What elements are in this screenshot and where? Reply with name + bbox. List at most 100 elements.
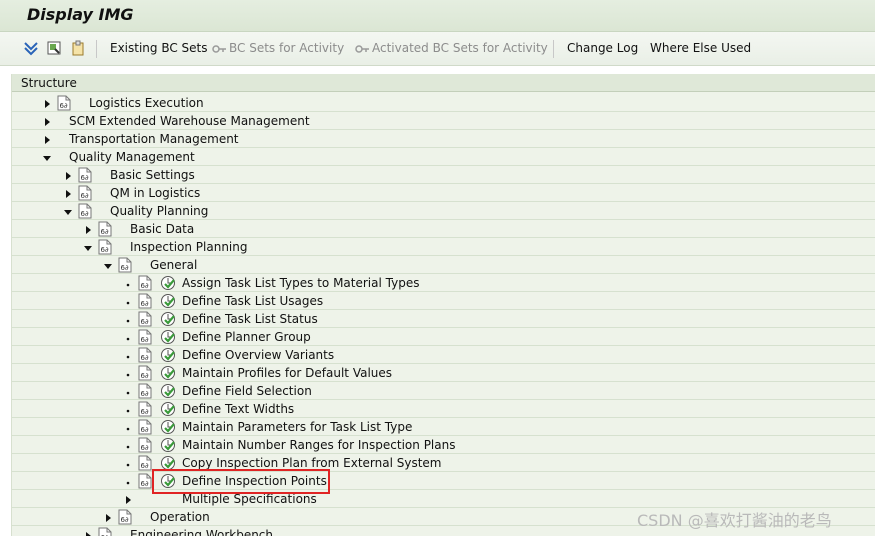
bc-sets-for-activity-button[interactable]: BC Sets for Activity bbox=[229, 41, 344, 55]
caret-down-icon[interactable] bbox=[84, 242, 92, 252]
tree-row[interactable]: 6∂ Define Task List Usages bbox=[12, 292, 875, 310]
tree-node-label[interactable]: Define Task List Usages bbox=[182, 294, 323, 308]
img-document-icon[interactable]: 6∂ bbox=[138, 419, 152, 435]
img-document-icon[interactable]: 6∂ bbox=[138, 437, 152, 453]
caret-right-icon[interactable] bbox=[84, 224, 92, 234]
execute-activity-icon[interactable] bbox=[160, 401, 176, 417]
tree-node-label[interactable]: Define Text Widths bbox=[182, 402, 294, 416]
tree-node-label[interactable]: Basic Settings bbox=[110, 168, 195, 182]
img-document-icon[interactable]: 6∂ bbox=[118, 509, 132, 525]
tree-row[interactable]: 6∂ Define Inspection Points bbox=[12, 472, 875, 490]
tree-node-label[interactable]: Define Overview Variants bbox=[182, 348, 334, 362]
tree-node-label[interactable]: Basic Data bbox=[130, 222, 194, 236]
tree-node-label[interactable]: Engineering Workbench bbox=[130, 528, 273, 536]
execute-activity-icon[interactable] bbox=[160, 329, 176, 345]
caret-down-icon[interactable] bbox=[64, 206, 72, 216]
tree-node-label[interactable]: Maintain Parameters for Task List Type bbox=[182, 420, 412, 434]
tree-node-label[interactable]: Maintain Profiles for Default Values bbox=[182, 366, 392, 380]
caret-right-icon[interactable] bbox=[43, 116, 51, 126]
expand-all-icon[interactable] bbox=[22, 39, 40, 57]
tree-node-label[interactable]: Quality Management bbox=[69, 150, 195, 164]
tree-row[interactable]: 6∂ Logistics Execution bbox=[12, 94, 875, 112]
caret-down-icon[interactable] bbox=[104, 260, 112, 270]
caret-right-icon[interactable] bbox=[84, 530, 92, 536]
tree-row[interactable]: 6∂ Inspection Planning bbox=[12, 238, 875, 256]
tree-row[interactable]: Transportation Management bbox=[12, 130, 875, 148]
img-document-icon[interactable]: 6∂ bbox=[138, 473, 152, 489]
execute-activity-icon[interactable] bbox=[160, 365, 176, 381]
tree-row[interactable]: 6∂ Quality Planning bbox=[12, 202, 875, 220]
tree-row[interactable]: 6∂ Define Text Widths bbox=[12, 400, 875, 418]
execute-activity-icon[interactable] bbox=[160, 347, 176, 363]
tree-node-label[interactable]: Multiple Specifications bbox=[182, 492, 317, 506]
execute-activity-icon[interactable] bbox=[160, 311, 176, 327]
tree-row[interactable]: 6∂ Maintain Profiles for Default Values bbox=[12, 364, 875, 382]
tree-node-label[interactable]: Quality Planning bbox=[110, 204, 208, 218]
img-document-icon[interactable]: 6∂ bbox=[138, 275, 152, 291]
execute-activity-icon[interactable] bbox=[160, 275, 176, 291]
img-document-icon[interactable]: 6∂ bbox=[78, 203, 92, 219]
tree-node-label[interactable]: Maintain Number Ranges for Inspection Pl… bbox=[182, 438, 455, 452]
tree-row[interactable]: Quality Management bbox=[12, 148, 875, 166]
tree-node-label[interactable]: Assign Task List Types to Material Types bbox=[182, 276, 419, 290]
img-document-icon[interactable]: 6∂ bbox=[98, 221, 112, 237]
tree-row[interactable]: 6∂ Define Task List Status bbox=[12, 310, 875, 328]
execute-activity-icon[interactable] bbox=[160, 293, 176, 309]
tree-row[interactable]: 6∂ General bbox=[12, 256, 875, 274]
caret-right-icon[interactable] bbox=[64, 188, 72, 198]
tree-node-label[interactable]: Operation bbox=[150, 510, 210, 524]
img-document-icon[interactable]: 6∂ bbox=[138, 311, 152, 327]
tree-row[interactable]: 6∂ QM in Logistics bbox=[12, 184, 875, 202]
tree-node-label[interactable]: Define Field Selection bbox=[182, 384, 312, 398]
tree-row[interactable]: SCM Extended Warehouse Management bbox=[12, 112, 875, 130]
img-document-icon[interactable]: 6∂ bbox=[98, 239, 112, 255]
caret-right-icon[interactable] bbox=[104, 512, 112, 522]
tree-node-label[interactable]: Transportation Management bbox=[69, 132, 239, 146]
tree-row[interactable]: 6∂ Maintain Parameters for Task List Type bbox=[12, 418, 875, 436]
tree-row[interactable]: Multiple Specifications bbox=[12, 490, 875, 508]
img-document-icon[interactable]: 6∂ bbox=[98, 527, 112, 536]
caret-right-icon[interactable] bbox=[43, 98, 51, 108]
change-log-button[interactable]: Change Log bbox=[567, 41, 638, 55]
tree-row[interactable]: 6∂ Copy Inspection Plan from External Sys… bbox=[12, 454, 875, 472]
img-document-icon[interactable]: 6∂ bbox=[118, 257, 132, 273]
clipboard-icon[interactable] bbox=[69, 39, 87, 57]
execute-activity-icon[interactable] bbox=[160, 383, 176, 399]
img-document-icon[interactable]: 6∂ bbox=[138, 365, 152, 381]
tree-node-label[interactable]: Copy Inspection Plan from External Syste… bbox=[182, 456, 441, 470]
where-else-used-button[interactable]: Where Else Used bbox=[650, 41, 751, 55]
activated-bc-sets-button[interactable]: Activated BC Sets for Activity bbox=[372, 41, 548, 55]
tree-row[interactable]: 6∂ Define Overview Variants bbox=[12, 346, 875, 364]
img-document-icon[interactable]: 6∂ bbox=[138, 293, 152, 309]
tree-node-label[interactable]: Define Planner Group bbox=[182, 330, 311, 344]
tree-row[interactable]: 6∂ Define Planner Group bbox=[12, 328, 875, 346]
img-document-icon[interactable]: 6∂ bbox=[78, 185, 92, 201]
svg-text:6∂: 6∂ bbox=[141, 318, 149, 326]
img-document-icon[interactable]: 6∂ bbox=[78, 167, 92, 183]
tree-node-label[interactable]: Inspection Planning bbox=[130, 240, 248, 254]
caret-down-icon[interactable] bbox=[43, 152, 51, 162]
caret-right-icon[interactable] bbox=[64, 170, 72, 180]
tree-node-label[interactable]: Logistics Execution bbox=[89, 96, 204, 110]
tree-node-label[interactable]: Define Task List Status bbox=[182, 312, 318, 326]
tree-row[interactable]: 6∂ Maintain Number Ranges for Inspection … bbox=[12, 436, 875, 454]
img-document-icon[interactable]: 6∂ bbox=[138, 347, 152, 363]
existing-bc-sets-button[interactable]: Existing BC Sets bbox=[110, 41, 208, 55]
img-document-icon[interactable]: 6∂ bbox=[138, 455, 152, 471]
tree-row[interactable]: 6∂ Basic Data bbox=[12, 220, 875, 238]
tree-row[interactable]: 6∂ Assign Task List Types to Material Typ… bbox=[12, 274, 875, 292]
caret-right-icon[interactable] bbox=[43, 134, 51, 144]
img-document-icon[interactable]: 6∂ bbox=[138, 383, 152, 399]
img-document-icon[interactable]: 6∂ bbox=[138, 329, 152, 345]
find-icon[interactable] bbox=[45, 39, 63, 57]
tree-node-label[interactable]: SCM Extended Warehouse Management bbox=[69, 114, 310, 128]
img-document-icon[interactable]: 6∂ bbox=[138, 401, 152, 417]
img-document-icon[interactable]: 6∂ bbox=[57, 95, 71, 111]
tree-node-label[interactable]: General bbox=[150, 258, 197, 272]
caret-right-icon[interactable] bbox=[124, 494, 132, 504]
execute-activity-icon[interactable] bbox=[160, 419, 176, 435]
tree-row[interactable]: 6∂ Basic Settings bbox=[12, 166, 875, 184]
tree-node-label[interactable]: QM in Logistics bbox=[110, 186, 200, 200]
tree-row[interactable]: 6∂ Define Field Selection bbox=[12, 382, 875, 400]
execute-activity-icon[interactable] bbox=[160, 437, 176, 453]
